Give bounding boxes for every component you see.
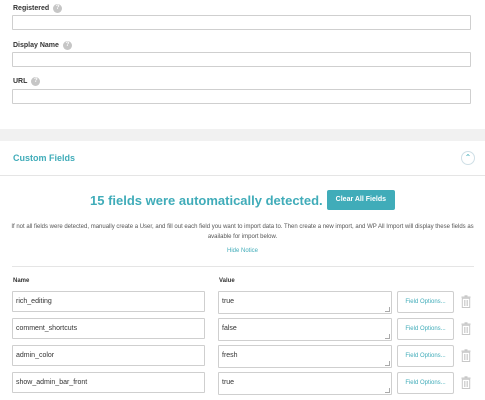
field-value-text: true — [222, 298, 235, 305]
resize-handle-icon[interactable] — [385, 388, 390, 393]
trash-icon[interactable] — [461, 349, 471, 362]
trash-icon[interactable] — [461, 376, 471, 389]
detected-message: 15 fields were automatically detected. — [90, 192, 323, 208]
table-row: admin_color fresh Field Options... — [0, 345, 485, 368]
field-name-input[interactable]: show_admin_bar_front — [12, 372, 205, 393]
resize-handle-icon[interactable] — [385, 334, 390, 339]
field-options-button[interactable]: Field Options... — [397, 345, 454, 367]
table-row: show_admin_bar_front true Field Options.… — [0, 372, 485, 395]
hide-notice-text[interactable]: Hide Notice — [227, 248, 258, 254]
registered-input[interactable] — [12, 15, 471, 30]
field-value-input[interactable]: true — [218, 291, 392, 314]
display-name-label: Display Name ? — [13, 41, 72, 50]
url-label: URL ? — [13, 77, 41, 86]
help-icon[interactable]: ? — [31, 77, 41, 86]
collapse-chevron-icon[interactable]: ⌃ — [461, 151, 475, 165]
display-name-label-text: Display Name — [13, 42, 59, 49]
column-header-name: Name — [13, 278, 30, 284]
user-fields-panel: Registered ? Display Name ? URL ? — [0, 0, 485, 129]
custom-fields-title: Custom Fields — [13, 153, 76, 163]
field-value-text: false — [222, 325, 237, 332]
detected-row: 15 fields were automatically detected. C… — [0, 190, 485, 210]
section-gap — [0, 129, 485, 141]
import-notice: If not all fields were detected, manuall… — [11, 224, 474, 240]
field-value-input[interactable]: true — [218, 372, 392, 395]
column-header-value: Value — [219, 278, 235, 284]
field-name-input[interactable]: rich_editing — [12, 291, 205, 312]
clear-all-fields-button[interactable]: Clear All Fields — [326, 190, 395, 210]
field-options-button[interactable]: Field Options... — [397, 372, 454, 394]
resize-handle-icon[interactable] — [385, 361, 390, 366]
url-input[interactable] — [12, 89, 471, 104]
custom-fields-panel: Custom Fields ⌃ 15 fields were automatic… — [0, 141, 485, 400]
trash-icon[interactable] — [461, 322, 471, 335]
field-value-input[interactable]: fresh — [218, 345, 392, 368]
field-options-button[interactable]: Field Options... — [397, 291, 454, 313]
table-row: rich_editing true Field Options... — [0, 291, 485, 314]
field-name-input[interactable]: admin_color — [12, 345, 205, 366]
field-value-text: true — [222, 379, 235, 386]
divider — [12, 266, 474, 267]
hide-notice-link[interactable]: Hide Notice — [0, 248, 485, 254]
display-name-input[interactable] — [12, 52, 471, 67]
resize-handle-icon[interactable] — [385, 307, 390, 312]
trash-icon[interactable] — [461, 295, 471, 308]
registered-label-text: Registered — [13, 5, 50, 12]
field-value-text: fresh — [222, 352, 238, 359]
field-name-input[interactable]: comment_shortcuts — [12, 318, 205, 339]
help-icon[interactable]: ? — [62, 41, 72, 50]
field-options-button[interactable]: Field Options... — [397, 318, 454, 340]
custom-fields-header[interactable]: Custom Fields ⌃ — [0, 141, 485, 176]
registered-label: Registered ? — [13, 4, 63, 13]
help-icon[interactable]: ? — [53, 4, 63, 13]
field-value-input[interactable]: false — [218, 318, 392, 341]
url-label-text: URL — [13, 78, 28, 85]
table-row: comment_shortcuts false Field Options... — [0, 318, 485, 341]
